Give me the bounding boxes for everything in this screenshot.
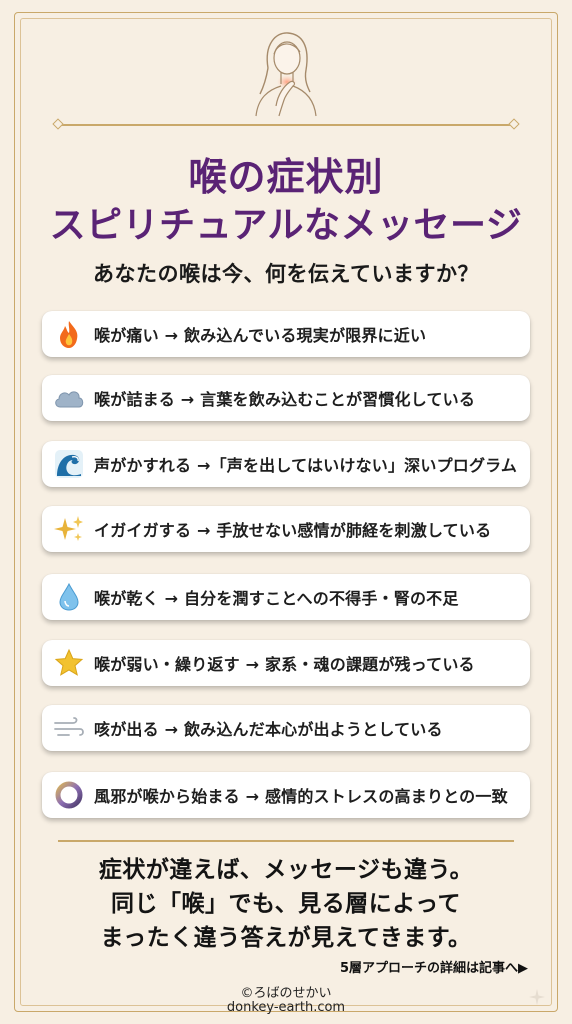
symptom-text: 声がかすれる →「声を出してはいけない」深いプログラム (94, 456, 518, 475)
symptom-text: イガイガする → 手放せない感情が肺経を刺激している (94, 521, 492, 540)
bottom-divider (58, 840, 514, 842)
sparkle-icon (529, 989, 545, 1005)
star-icon (52, 646, 86, 680)
article-link[interactable]: 5層アプローチの詳細は記事へ▶ (340, 957, 528, 976)
symptom-card: 喉が詰まる → 言葉を飲み込むことが習慣化している (42, 375, 530, 421)
sparkles-icon (52, 512, 86, 546)
symptom-text: 喉が痛い → 飲み込んでいる現実が限界に近い (94, 326, 427, 345)
woman-throat-illustration (255, 32, 317, 117)
symptom-card: 喉が弱い・繰り返す → 家系・魂の課題が残っている (42, 640, 530, 686)
symptom-card: 風邪が喉から始まる → 感情的ストレスの高まりとの一致 (42, 772, 530, 818)
closing-line2: 同じ「喉」でも、見る層によって (111, 891, 461, 917)
symptom-card: イガイガする → 手放せない感情が肺経を刺激している (42, 506, 530, 552)
symptom-card: 声がかすれる →「声を出してはいけない」深いプログラム (42, 441, 530, 487)
cloud-icon (52, 381, 86, 415)
subtitle: あなたの喉は今、何を伝えていますか？ (93, 262, 479, 286)
copyright-text: ©ろばのせかい (240, 986, 332, 1001)
page-title-line2: スピリチュアルなメッセージ (49, 205, 523, 246)
symptom-card: 咳が出る → 飲み込んだ本心が出ようとしている (42, 705, 530, 751)
symptom-card: 喉が痛い → 飲み込んでいる現実が限界に近い (42, 311, 530, 357)
symptom-text: 喉が弱い・繰り返す → 家系・魂の課題が残っている (94, 655, 475, 674)
symptom-text: 喉が詰まる → 言葉を飲み込むことが習慣化している (94, 390, 476, 409)
closing-line1: 症状が違えば、メッセージも違う。 (98, 857, 474, 883)
symptom-text: 風邪が喉から始まる → 感情的ストレスの高まりとの一致 (94, 787, 508, 806)
site-url: donkey-earth.com (226, 1000, 346, 1015)
closing-line3: まったく違う答えが見えてきます。 (100, 925, 472, 951)
symptom-card: 喉が乾く → 自分を潤すことへの不得手・腎の不足 (42, 574, 530, 620)
page-title-line1: 喉の症状別 (188, 155, 384, 199)
wind-icon (52, 711, 86, 745)
ring-icon (52, 778, 86, 812)
symptom-text: 喉が乾く → 自分を潤すことへの不得手・腎の不足 (94, 589, 459, 608)
wave-icon (52, 447, 86, 481)
fire-icon (52, 317, 86, 351)
symptom-text: 咳が出る → 飲み込んだ本心が出ようとしている (94, 720, 443, 739)
droplet-icon (52, 580, 86, 614)
top-divider (52, 118, 520, 130)
